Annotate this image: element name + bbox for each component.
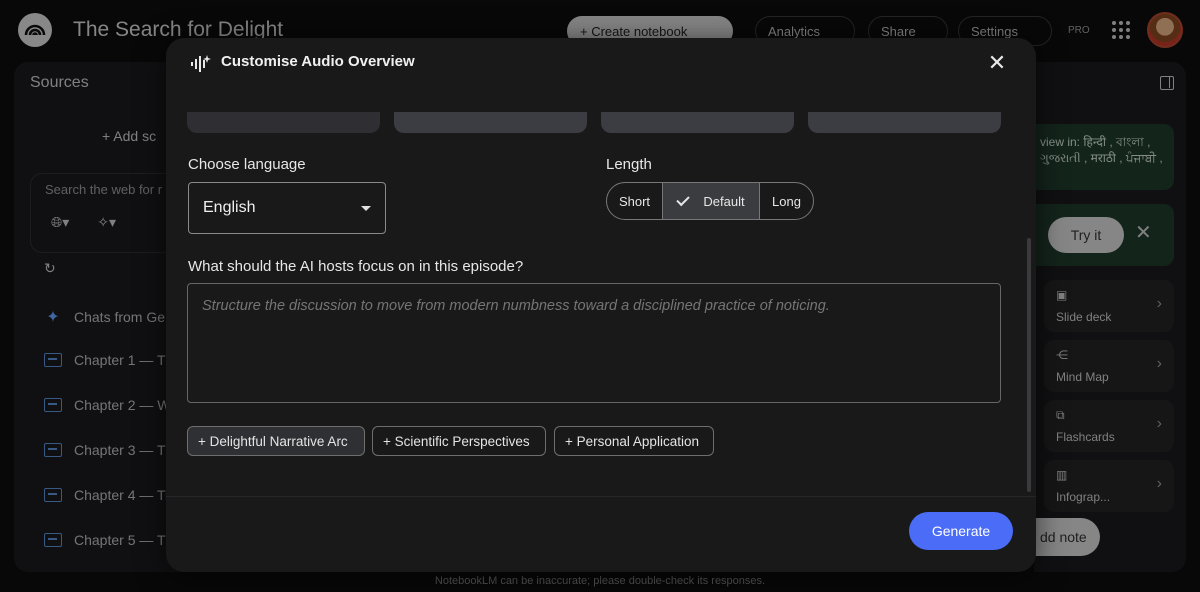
length-short-button[interactable]: Short [607, 183, 663, 219]
suggestion-chip-scientific-perspectives[interactable]: + Scientific Perspectives [372, 426, 546, 456]
language-label: Choose language [188, 156, 306, 173]
language-selected-value: English [203, 199, 256, 216]
focus-prompt-input[interactable] [187, 283, 1001, 403]
dialog-title: Customise Audio Overview [221, 53, 415, 70]
dialog-divider [166, 496, 1036, 497]
suggestion-chip-personal-application[interactable]: + Personal Application [554, 426, 714, 456]
length-label: Length [606, 156, 652, 173]
focus-label: What should the AI hosts focus on in thi… [188, 258, 524, 275]
suggestion-chip-narrative-arc[interactable]: + Delightful Narrative Arc [187, 426, 365, 456]
dropdown-caret-icon [361, 206, 371, 211]
format-option-card[interactable] [187, 112, 380, 133]
format-option-card[interactable] [394, 112, 587, 133]
format-option-card[interactable] [808, 112, 1001, 133]
generate-button[interactable]: Generate [909, 512, 1013, 550]
length-long-button[interactable]: Long [760, 183, 813, 219]
format-option-card[interactable] [601, 112, 794, 133]
length-segmented-control: Short Default Long [606, 182, 814, 220]
dialog-header: Customise Audio Overview ✕ [166, 38, 1036, 96]
close-dialog-button[interactable]: ✕ [984, 50, 1010, 76]
check-icon [676, 192, 691, 206]
audio-wave-icon [191, 55, 211, 72]
language-select[interactable]: English [188, 182, 386, 234]
customise-audio-dialog: Customise Audio Overview ✕ Choose langua… [166, 38, 1036, 572]
length-default-button[interactable]: Default [663, 183, 760, 219]
dialog-scrollbar[interactable] [1027, 238, 1031, 492]
length-default-label: Default [703, 193, 745, 209]
